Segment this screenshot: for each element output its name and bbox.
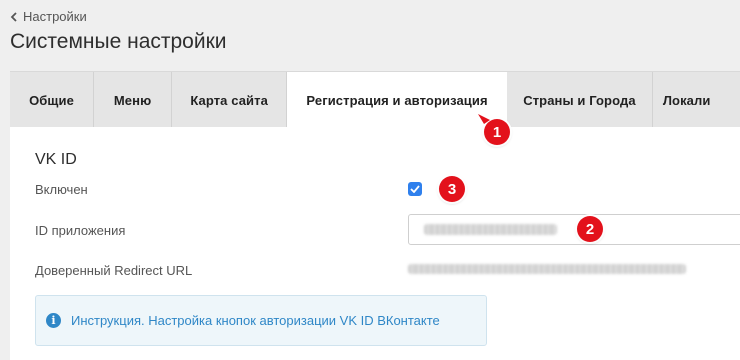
info-box: i Инструкция. Настройка кнопок авторизац…	[35, 295, 487, 346]
tabs-bar: Общие Меню Карта сайта Регистрация и авт…	[10, 71, 740, 128]
chevron-left-icon	[10, 11, 17, 22]
settings-panel: VK ID Включен ID приложения Доверенный R…	[10, 127, 740, 360]
tab-general[interactable]: Общие	[10, 72, 94, 128]
annotation-marker-2: 2	[577, 216, 603, 242]
marker-pointer-icon	[478, 114, 490, 124]
app-id-label: ID приложения	[35, 223, 126, 238]
back-to-settings-link[interactable]: Настройки	[10, 9, 87, 24]
tab-registration-auth[interactable]: Регистрация и авторизация	[287, 72, 508, 128]
tab-countries-cities[interactable]: Страны и Города	[507, 72, 653, 128]
tab-sitemap[interactable]: Карта сайта	[172, 72, 288, 128]
tab-locales[interactable]: Локали	[653, 72, 740, 128]
redirect-url-label: Доверенный Redirect URL	[35, 263, 193, 278]
enabled-checkbox[interactable]	[408, 182, 422, 196]
instruction-link[interactable]: Инструкция. Настройка кнопок авторизации…	[71, 313, 440, 328]
app-id-value-redacted	[424, 224, 557, 235]
enabled-label: Включен	[35, 182, 88, 197]
page-title: Системные настройки	[10, 30, 227, 53]
tab-menu[interactable]: Меню	[94, 72, 173, 128]
annotation-marker-3: 3	[439, 176, 465, 202]
breadcrumb-label: Настройки	[23, 9, 87, 24]
checkmark-icon	[410, 185, 420, 193]
redirect-url-value-redacted	[408, 264, 686, 274]
section-title: VK ID	[35, 151, 77, 168]
info-icon: i	[46, 313, 61, 328]
